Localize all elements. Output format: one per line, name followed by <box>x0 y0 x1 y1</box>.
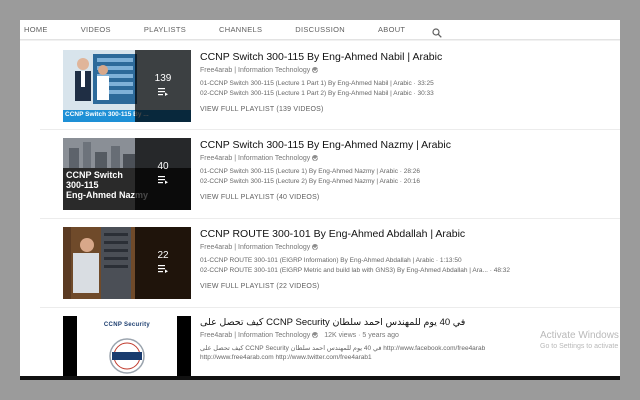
ccnp-badge-icon <box>109 338 145 374</box>
activation-watermark: Activate Windows Go to Settings to activ… <box>540 330 619 350</box>
verified-icon <box>312 332 319 339</box>
tab-playlists[interactable]: PLAYLISTS <box>144 25 186 34</box>
verified-icon <box>312 155 319 162</box>
list-item: CCNP Switch 300-115 Eng-Ahmed Nazmy 40 C… <box>20 129 620 213</box>
video-description: http://www.free4arab.com http://www.twit… <box>200 354 372 361</box>
video-title[interactable]: كيف تحصل على CCNP Security في 40 يوم للم… <box>200 317 620 328</box>
upload-age: 5 years ago <box>362 332 399 339</box>
taskbar-edge <box>20 376 620 380</box>
channel-name[interactable]: Free4arab | Information Technology <box>200 244 620 251</box>
video-count: 22 <box>157 250 169 261</box>
channel-name-text: Free4arab | Information Technology <box>200 67 311 74</box>
search-icon[interactable] <box>432 25 443 38</box>
watermark-title: Activate Windows <box>540 330 619 341</box>
view-full-playlist-link[interactable]: VIEW FULL PLAYLIST (22 VIDEOS) <box>200 283 620 290</box>
channel-name[interactable]: Free4arab | Information Technology <box>200 67 620 74</box>
video-count: 139 <box>154 73 172 84</box>
video-thumbnail[interactable]: CCNP Security <box>63 316 191 380</box>
playlist-thumbnail[interactable]: 22 <box>63 227 191 299</box>
playlist-icon <box>158 176 168 184</box>
playlist-count-overlay: 40 <box>135 138 191 210</box>
channel-name[interactable]: Free4arab | Information Technology <box>200 332 310 339</box>
playlist-count-overlay: 139 <box>135 50 191 122</box>
channel-name-text: Free4arab | Information Technology <box>200 155 311 162</box>
list-item: CCNP Security كيف تحصل على CCNP Security… <box>20 307 620 380</box>
playlist-title[interactable]: CCNP Switch 300-115 By Eng-Ahmed Nabil |… <box>200 51 620 63</box>
tab-videos[interactable]: VIDEOS <box>81 25 111 34</box>
verified-icon <box>312 67 319 74</box>
channel-name-text: Free4arab | Information Technology <box>200 244 311 251</box>
view-full-playlist-link[interactable]: VIEW FULL PLAYLIST (139 VIDEOS) <box>200 106 620 113</box>
channel-name[interactable]: Free4arab | Information Technology <box>200 155 620 162</box>
playlist-video-link[interactable]: 02-CCNP Switch 300-115 (Lecture 2) By En… <box>200 178 620 185</box>
playlist-count-overlay: 22 <box>135 227 191 299</box>
tab-home[interactable]: HOME <box>24 25 48 34</box>
playlist-video-link[interactable]: 02-CCNP ROUTE 300-101 (EIGRP Metric and … <box>200 267 620 274</box>
video-count: 40 <box>157 161 169 172</box>
playlist-thumbnail[interactable]: CCNP Switch 300-115 Eng-Ahmed Nazmy 40 <box>63 138 191 210</box>
channel-nav-bar: HOME VIDEOS PLAYLISTS CHANNELS DISCUSSIO… <box>20 20 620 40</box>
list-item: CCNP Switch 300-115 By ... 139 CCNP Swit… <box>20 41 620 125</box>
thumbnail-image: CCNP Security <box>77 316 177 380</box>
playlist-icon <box>158 265 168 273</box>
playlist-video-link[interactable]: 02-CCNP Switch 300-115 (Lecture 1 Part 2… <box>200 90 620 97</box>
playlist-icon <box>158 88 168 96</box>
playlist-video-link[interactable]: 01-CCNP ROUTE 300-101 (EIGRP Information… <box>200 257 620 264</box>
playlist-video-link[interactable]: 01-CCNP Switch 300-115 (Lecture 1) By En… <box>200 168 620 175</box>
playlist-title[interactable]: CCNP ROUTE 300-101 By Eng-Ahmed Abdallah… <box>200 228 620 240</box>
tab-channels[interactable]: CHANNELS <box>219 25 262 34</box>
view-count: 12K views <box>324 332 357 339</box>
verified-icon <box>312 244 319 251</box>
tab-about[interactable]: ABOUT <box>378 25 405 34</box>
playlist-title[interactable]: CCNP Switch 300-115 By Eng-Ahmed Nazmy |… <box>200 139 620 151</box>
browser-viewport: HOME VIDEOS PLAYLISTS CHANNELS DISCUSSIO… <box>20 20 620 380</box>
meta-separator: · <box>358 332 361 339</box>
playlist-list: CCNP Switch 300-115 By ... 139 CCNP Swit… <box>20 41 620 380</box>
view-full-playlist-link[interactable]: VIEW FULL PLAYLIST (40 VIDEOS) <box>200 194 620 201</box>
playlist-video-link[interactable]: 01-CCNP Switch 300-115 (Lecture 1 Part 1… <box>200 80 620 87</box>
watermark-subtitle: Go to Settings to activate <box>540 343 619 350</box>
tab-discussion[interactable]: DISCUSSION <box>295 25 345 34</box>
playlist-thumbnail[interactable]: CCNP Switch 300-115 By ... 139 <box>63 50 191 122</box>
list-item: 22 CCNP ROUTE 300-101 By Eng-Ahmed Abdal… <box>20 218 620 302</box>
